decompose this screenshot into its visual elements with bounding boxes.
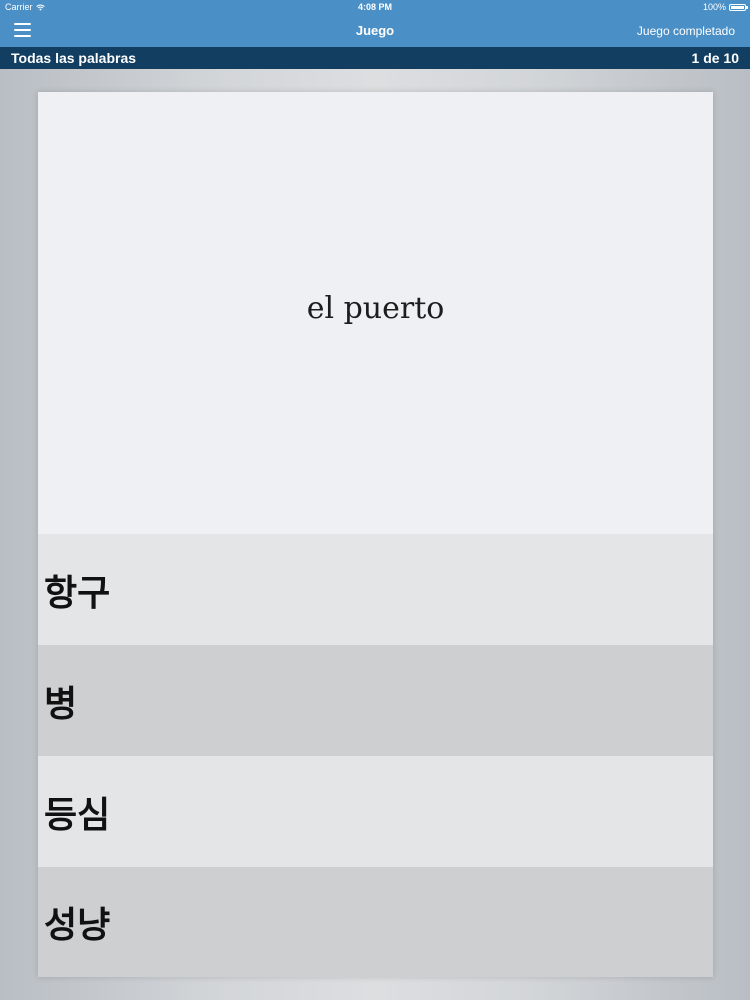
answer-option-4[interactable]: 성냥 bbox=[38, 867, 713, 977]
game-completed-button[interactable]: Juego completado bbox=[637, 24, 735, 38]
category-bar: Todas las palabras 1 de 10 bbox=[0, 47, 750, 69]
category-label: Todas las palabras bbox=[11, 50, 137, 66]
answer-option-2[interactable]: 병 bbox=[38, 645, 713, 756]
prompt-word: el puerto bbox=[306, 290, 445, 326]
status-bar: Carrier 4:08 PM 100% bbox=[0, 0, 750, 14]
quiz-card: el puerto 항구 병 등심 성냥 bbox=[38, 92, 713, 977]
progress-counter: 1 de 10 bbox=[691, 50, 739, 66]
battery-percent: 100% bbox=[702, 2, 726, 12]
battery-icon bbox=[729, 3, 748, 11]
answer-option-label: 성냥 bbox=[44, 905, 111, 946]
answer-option-3[interactable]: 등심 bbox=[38, 756, 713, 867]
answer-option-label: 병 bbox=[44, 683, 78, 725]
answer-option-label: 등심 bbox=[44, 794, 111, 836]
navigation-bar: Juego Juego completado bbox=[0, 14, 750, 47]
battery-indicator: 100% bbox=[702, 2, 748, 12]
answer-option-1[interactable]: 항구 bbox=[38, 534, 713, 645]
status-time: 4:08 PM bbox=[357, 2, 392, 12]
prompt-panel: el puerto bbox=[38, 92, 713, 534]
answer-option-label: 항구 bbox=[44, 572, 111, 614]
